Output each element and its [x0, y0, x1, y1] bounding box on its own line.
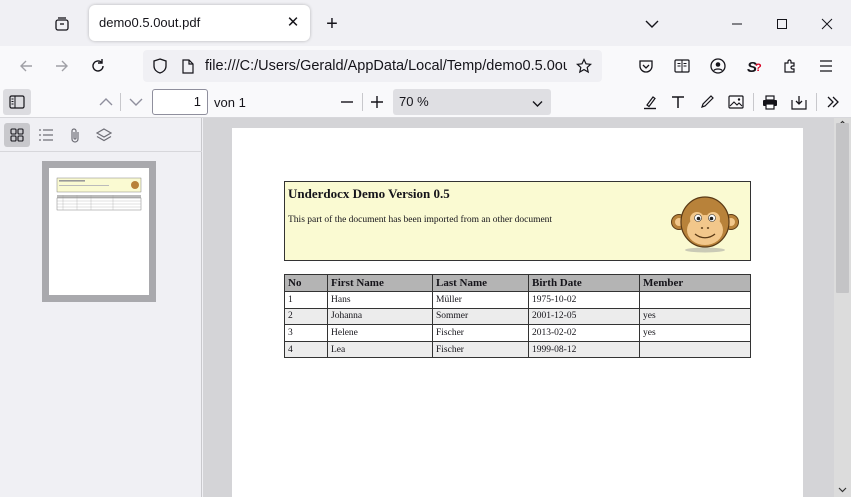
shield-icon[interactable]: [149, 55, 171, 77]
document-header-box: Underdocx Demo Version 0.5 This part of …: [284, 181, 751, 261]
table-cell: Johanna: [327, 307, 433, 326]
pocket-icon[interactable]: [634, 54, 658, 78]
table-cell: yes: [639, 307, 751, 326]
pdf-page: Underdocx Demo Version 0.5 This part of …: [232, 128, 803, 497]
table-cell: Fischer: [432, 324, 529, 342]
table-cell: [639, 291, 751, 309]
table-row: 2 Johanna Sommer 2001-12-05 yes: [284, 307, 751, 326]
people-table: No First Name Last Name Birth Date Membe…: [284, 274, 751, 359]
scroll-down-arrow-icon[interactable]: [837, 485, 848, 495]
table-cell: 1: [284, 291, 328, 309]
table-header-row: No First Name Last Name Birth Date Membe…: [284, 274, 751, 292]
table-cell: yes: [639, 324, 751, 342]
table-cell: 1999-08-12: [528, 340, 640, 359]
column-header: Member: [639, 274, 751, 292]
table-cell: 2: [284, 307, 328, 326]
new-tab-icon[interactable]: +: [320, 12, 344, 36]
previous-page-icon[interactable]: [95, 90, 117, 114]
column-header: No: [284, 274, 328, 292]
forward-icon[interactable]: [50, 54, 74, 78]
account-icon[interactable]: [706, 54, 730, 78]
pdf-sidebar: [0, 118, 202, 497]
reload-icon[interactable]: [86, 54, 110, 78]
monkey-logo: [671, 196, 739, 253]
tab-strip: demo0.5.0out.pdf ✕ +: [0, 0, 851, 46]
table-cell: 2013-02-02: [528, 324, 640, 342]
highlight-icon[interactable]: [639, 90, 661, 114]
url-text: file:///C:/Users/Gerald/AppData/Local/Te…: [205, 58, 567, 74]
table-cell: 1975-10-02: [528, 291, 640, 309]
table-cell: Lea: [327, 340, 433, 359]
toolbar-divider: [753, 93, 754, 111]
pdf-toolbar: 1 von 1 70 %: [0, 86, 851, 118]
scrollbar-thumb[interactable]: [836, 123, 849, 293]
table-row: 1 Hans Müller 1975-10-02: [284, 291, 751, 309]
pdf-viewer: Underdocx Demo Version 0.5 This part of …: [203, 118, 851, 497]
reader-view-icon[interactable]: [670, 54, 694, 78]
page-thumbnail: [49, 168, 149, 295]
page-thumbnail-selected[interactable]: [42, 161, 156, 302]
extensions-puzzle-icon[interactable]: [778, 54, 802, 78]
toolbar-divider: [362, 93, 363, 111]
extension-s-icon[interactable]: S?: [742, 54, 766, 78]
tab-title: demo0.5.0out.pdf: [99, 15, 201, 30]
table-cell: Helene: [327, 324, 433, 342]
thumbnails-view-icon[interactable]: [4, 123, 30, 147]
tab-overview-icon[interactable]: [50, 12, 74, 36]
navigation-bar: file:///C:/Users/Gerald/AppData/Local/Te…: [0, 46, 851, 86]
menu-hamburger-icon[interactable]: [814, 54, 838, 78]
more-tools-icon[interactable]: [822, 90, 844, 114]
attachments-paperclip-icon[interactable]: [63, 123, 87, 147]
toolbar-divider: [120, 93, 121, 111]
layers-icon[interactable]: [92, 123, 116, 147]
page-file-icon: [177, 55, 199, 77]
table-cell: Müller: [432, 291, 529, 309]
browser-window: demo0.5.0out.pdf ✕ + file:///C:/Users/Ge…: [0, 0, 851, 497]
page-count-label: von 1: [214, 95, 246, 110]
close-tab-icon[interactable]: ✕: [284, 14, 302, 32]
window-close-icon[interactable]: [815, 12, 839, 36]
table-cell: 2001-12-05: [528, 307, 640, 326]
table-cell: 3: [284, 324, 328, 342]
table-row: 3 Helene Fischer 2013-02-02 yes: [284, 324, 751, 342]
document-subtitle: This part of the document has been impor…: [288, 215, 553, 225]
column-header: Birth Date: [528, 274, 640, 292]
tab-active[interactable]: demo0.5.0out.pdf ✕: [89, 5, 310, 41]
print-icon[interactable]: [759, 90, 781, 114]
outline-view-icon[interactable]: [34, 123, 58, 147]
maximize-icon[interactable]: [770, 12, 794, 36]
bookmark-star-icon[interactable]: [573, 55, 595, 77]
sidebar-toggle-icon[interactable]: [3, 89, 31, 115]
text-tool-icon[interactable]: [667, 90, 689, 114]
toolbar-divider: [816, 93, 817, 111]
table-row: 4 Lea Fischer 1999-08-12: [284, 340, 751, 359]
back-icon[interactable]: [14, 54, 38, 78]
zoom-in-icon[interactable]: [366, 90, 388, 114]
column-header: Last Name: [432, 274, 529, 292]
zoom-select[interactable]: 70 %: [393, 89, 551, 115]
save-download-icon[interactable]: [788, 90, 810, 114]
vertical-scrollbar[interactable]: [834, 118, 851, 497]
image-tool-icon[interactable]: [725, 90, 747, 114]
page-number-input[interactable]: 1: [152, 89, 208, 115]
draw-pen-icon[interactable]: [696, 90, 718, 114]
next-page-icon[interactable]: [125, 90, 147, 114]
column-header: First Name: [327, 274, 433, 292]
tab-list-icon[interactable]: [640, 12, 664, 36]
svg-text:?: ?: [755, 62, 762, 74]
table-cell: [639, 340, 751, 359]
document-title: Underdocx Demo Version 0.5: [288, 186, 450, 201]
table-cell: Fischer: [432, 340, 529, 359]
minimize-icon[interactable]: [725, 12, 749, 36]
table-cell: Hans: [327, 291, 433, 309]
url-bar[interactable]: file:///C:/Users/Gerald/AppData/Local/Te…: [143, 50, 602, 82]
table-cell: Sommer: [432, 307, 529, 326]
table-cell: 4: [284, 340, 328, 359]
chevron-down-icon: [532, 96, 543, 111]
zoom-value: 70 %: [399, 94, 429, 109]
sidebar-divider: [0, 151, 202, 152]
zoom-out-icon[interactable]: [336, 90, 358, 114]
